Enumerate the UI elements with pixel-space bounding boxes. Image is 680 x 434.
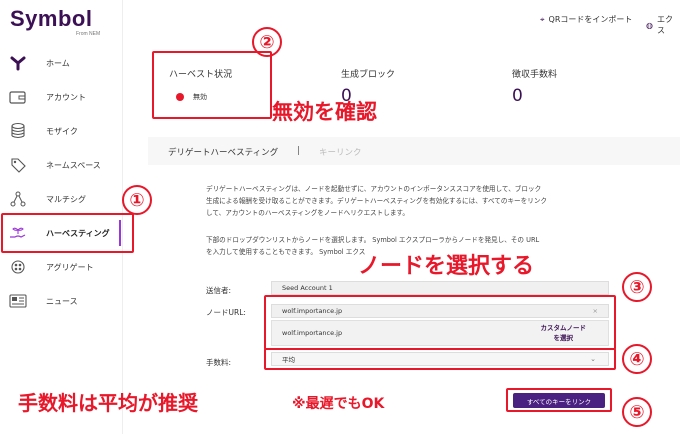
sidebar-item-label: アカウント [46, 92, 86, 102]
annotation-box-status [152, 51, 272, 119]
annotation-number-3: ③ [622, 272, 652, 302]
fee-label: 手数料: [206, 358, 232, 367]
wallet-icon [9, 88, 27, 106]
annotation-box-harvesting [1, 213, 134, 253]
qr-import-label: QRコードをインポート [548, 15, 633, 24]
blocks-label: 生成ブロック [341, 70, 396, 80]
annotation-number-1: ① [122, 185, 152, 215]
symbol-y-icon [9, 54, 27, 72]
news-icon [9, 292, 27, 310]
explorer-link[interactable]: ◍ エクス [646, 14, 680, 36]
annotation-number-4: ④ [622, 344, 652, 374]
node-url-label: ノードURL: [206, 308, 246, 317]
aggregate-icon [9, 258, 27, 276]
tag-icon [9, 156, 27, 174]
sidebar-item-account[interactable]: アカウント [0, 81, 123, 113]
annotation-fee-recommend: 手数料は平均が推奨 [18, 391, 198, 415]
sidebar-item-label: ホーム [46, 58, 70, 68]
annotation-confirm-disabled: 無効を確認 [272, 100, 377, 124]
tab-separator: | [297, 146, 300, 156]
sidebar-item-mosaic[interactable]: モザイク [0, 115, 123, 147]
logo[interactable]: Symbol [10, 6, 92, 32]
annotation-number-2: ② [252, 27, 282, 57]
sender-field[interactable]: Seed Account 1 [271, 281, 609, 295]
fees-label: 徴収手数料 [512, 70, 558, 80]
annotation-box-fee [264, 348, 616, 370]
description-line: を入力して使用することもできます。 Symbol エクスプローラ ハーベ [206, 248, 366, 256]
sidebar-item-namespace[interactable]: ネームスペース [0, 149, 123, 181]
qr-icon: ⌖ [540, 14, 545, 24]
annotation-number-5: ⑤ [622, 397, 652, 427]
fees-value: 0 [512, 86, 523, 106]
sidebar-item-label: ネームスペース [46, 160, 101, 170]
tab-keylink[interactable]: キーリンク [319, 146, 362, 158]
sidebar-item-home[interactable]: ホーム [0, 47, 123, 79]
description-line: 生成による報酬を受け取ることができます。デリゲートハーベスティングを有効化するに… [206, 197, 548, 205]
sender-label: 送信者: [206, 286, 232, 295]
sidebar-item-aggregate[interactable]: アグリゲート [0, 251, 123, 283]
sidebar-item-label: アグリゲート [46, 262, 94, 272]
description-line: 下部のドロップダウンリストからノードを選択します。 Symbol エクスプローラ… [206, 236, 540, 244]
sidebar-item-news[interactable]: ニュース [0, 285, 123, 317]
coins-icon [9, 122, 27, 140]
logo-subtitle: From NEM [76, 31, 101, 37]
multisig-icon [9, 190, 27, 208]
annotation-select-node: ノードを選択する [358, 254, 535, 279]
sidebar-item-multisig[interactable]: マルチシグ [0, 183, 123, 215]
globe-icon: ◍ [646, 20, 653, 30]
annotation-fee-note: ※最遅でもOK [292, 396, 385, 412]
explorer-label: エクス [656, 15, 673, 35]
annotation-box-node [264, 295, 616, 350]
sidebar-item-label: ニュース [46, 296, 78, 306]
description-line: デリゲートハーベスティングは、ノードを起動せずに、アカウントのインポータンススコ… [206, 185, 542, 193]
annotation-box-button [506, 388, 612, 412]
description-line: して、アカウントのハーベスティングをノードへリクエストします。 [206, 209, 409, 217]
qr-import-button[interactable]: ⌖ QRコードをインポート [540, 14, 632, 25]
sidebar-item-label: マルチシグ [46, 194, 86, 204]
tab-delegate-harvesting[interactable]: デリゲートハーベスティング [168, 146, 278, 158]
sidebar-item-label: モザイク [46, 126, 78, 136]
